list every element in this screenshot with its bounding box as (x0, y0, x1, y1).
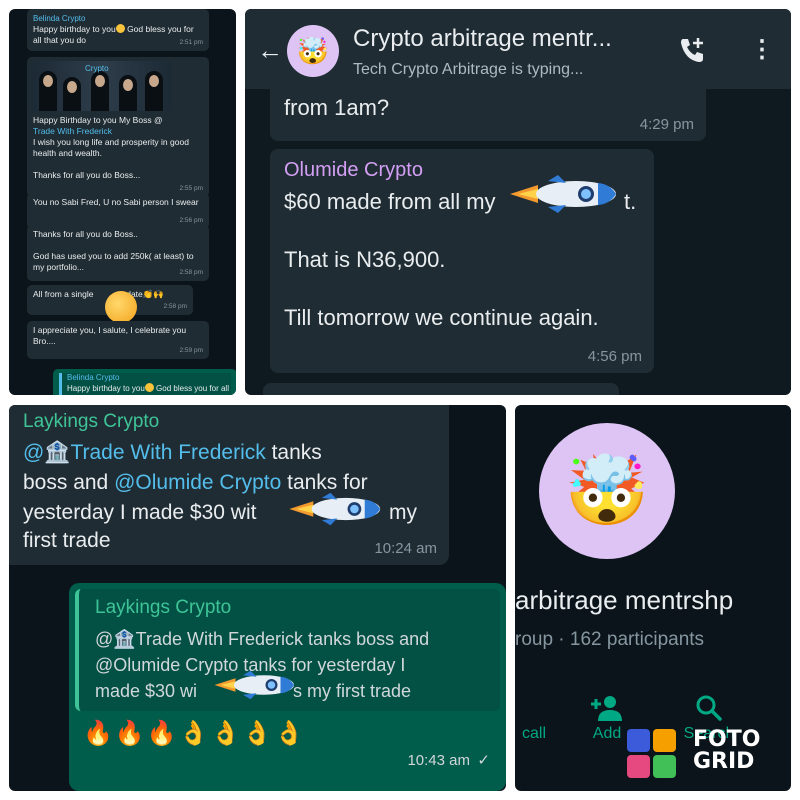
message-text: Thanks for all you do Boss.. (33, 229, 138, 239)
message-text: from 1am? (284, 95, 390, 120)
sender-name: Belinda Crypto (67, 373, 120, 382)
message-text: That is N36,900. (284, 247, 446, 272)
watermark-text: FOTO GRID (693, 727, 761, 774)
message-text: yesterday I made $30 wit (23, 501, 257, 524)
exploding-head-emoji-icon: 🤯 (564, 453, 650, 529)
message-text: You no Sabi Fred, U no Sabi person I swe… (33, 197, 199, 207)
message-time: 10:24 am (374, 540, 437, 557)
add-person-icon (591, 696, 622, 721)
mention-link[interactable]: Trade With Frederick (33, 126, 112, 136)
message-bubble[interactable]: You no Sabi Fred, U no Sabi person I swe… (27, 193, 209, 229)
message-bubble[interactable] (263, 383, 619, 395)
group-avatar[interactable]: 🤯 (287, 25, 339, 77)
quote-text: @🏦Trade With Frederick tanks boss and (95, 629, 430, 649)
message-text: boss and (23, 471, 115, 494)
quoted-message[interactable]: Belinda Crypto Happy birthday to you God… (59, 373, 231, 395)
chat-header: ← 🤯 Crypto arbitrage mentr... Tech Crypt… (245, 9, 791, 89)
quoted-message[interactable]: Laykings Crypto @🏦Trade With Frederick t… (75, 589, 500, 711)
rocket-emoji-icon (510, 175, 616, 213)
sent-check-icon: ✓ (477, 752, 490, 769)
group-info-screen: 🤯 arbitrage mentrshp roup · 162 particip… (515, 405, 791, 791)
search-icon (696, 695, 722, 721)
message-text: God has used you to add 250k( at least) … (33, 251, 194, 272)
group-avatar[interactable]: 🤯 (539, 423, 675, 559)
message-text: Thanks for all you do Boss... (33, 170, 141, 180)
message-bubble[interactable]: I appreciate you, I salute, I celebrate … (27, 321, 209, 359)
reply-bubble[interactable]: Belinda Crypto Happy birthday to you God… (53, 369, 236, 395)
exploding-head-emoji-icon: 🤯 (296, 35, 330, 66)
message-bubble[interactable]: Laykings Crypto @🏦Trade With Frederick t… (9, 405, 449, 565)
chat-screenshot-laykings: Laykings Crypto @🏦Trade With Frederick t… (9, 405, 506, 791)
more-options-icon[interactable]: ⋮ (750, 35, 774, 64)
message-bubble[interactable]: Belinda Crypto Happy birthday to you God… (27, 9, 209, 51)
message-text: $60 made from all my (284, 189, 496, 214)
chat-screenshot-birthday: Belinda Crypto Happy birthday to you God… (9, 9, 236, 395)
group-photo-image[interactable]: Crypto (31, 61, 171, 111)
message-time: 2:58 pm (179, 269, 204, 276)
message-time: 10:43 am (407, 752, 470, 769)
sender-name: Olumide Crypto (284, 159, 423, 181)
message-bubble[interactable]: Thanks for all you do Boss.. God has use… (27, 225, 209, 281)
message-text: Happy birthday to you (67, 384, 145, 393)
message-bubble[interactable]: Crypto Happy Birthday to you My Boss @ T… (27, 57, 209, 197)
message-text: my (389, 501, 417, 524)
sender-name: Belinda Crypto (33, 14, 86, 23)
message-time: 2:51 pm (179, 39, 204, 46)
sender-name: Laykings Crypto (95, 597, 232, 618)
message-bubble[interactable]: Olumide Crypto $60 made from all my t. T… (270, 149, 654, 373)
kiss-emoji-sticker-icon (105, 291, 137, 323)
action-label: Add (592, 725, 622, 742)
message-time: 2:59 pm (179, 347, 204, 354)
smile-emoji-icon (144, 383, 154, 392)
sender-name: Laykings Crypto (23, 411, 160, 432)
rocket-emoji-icon (289, 492, 381, 526)
message-time: 4:29 pm (639, 116, 694, 133)
fotogrid-watermark-logo: FOTO GRID (621, 723, 787, 783)
typing-status: Tech Crypto Arbitrage is typing... (353, 61, 584, 78)
message-text: Happy birthday to you (33, 24, 116, 34)
back-arrow-icon[interactable]: ← (257, 35, 283, 66)
message-text: I wish you long life and prosperity in g… (33, 137, 189, 158)
message-time: 4:56 pm (587, 348, 642, 365)
message-text: All from a single (33, 289, 94, 299)
action-label: call (521, 725, 546, 742)
rocket-emoji-icon (214, 670, 294, 700)
message-text: I appreciate you, I salute, I celebrate … (33, 325, 187, 346)
phone-icon (515, 691, 559, 725)
chat-screenshot-olumide: from 1am? 4:29 pm Olumide Crypto $60 mad… (245, 9, 791, 395)
reply-bubble[interactable]: Laykings Crypto @🏦Trade With Frederick t… (69, 583, 506, 791)
fire-ok-emoji-icon: 🔥🔥🔥👌👌👌👌 (83, 720, 307, 747)
mention-link[interactable]: @Olumide Crypto (114, 471, 281, 494)
group-name: arbitrage mentrshp (515, 585, 734, 615)
participants-count: roup · 162 participants (515, 629, 705, 650)
message-text: Till tomorrow we continue again. (284, 305, 599, 330)
message-bubble[interactable]: from 1am? 4:29 pm (270, 89, 706, 141)
message-text: Happy Birthday to you My Boss @ (33, 115, 163, 125)
mention-link[interactable]: @🏦Trade With Frederick (23, 441, 266, 464)
sender-name: Crypto (85, 64, 109, 73)
call-button[interactable]: call (515, 691, 559, 743)
clap-emoji-icon: 👏🙌 (142, 289, 164, 299)
chat-title[interactable]: Crypto arbitrage mentr... (353, 25, 612, 53)
quote-text: s my first trade (293, 681, 412, 701)
message-text: first trade (23, 529, 111, 552)
message-text: tanks (265, 441, 322, 464)
message-time: 2:58 pm (163, 303, 188, 310)
add-call-icon[interactable] (677, 35, 707, 65)
quote-text: made $30 wi (95, 681, 198, 701)
smile-emoji-icon (115, 24, 125, 33)
